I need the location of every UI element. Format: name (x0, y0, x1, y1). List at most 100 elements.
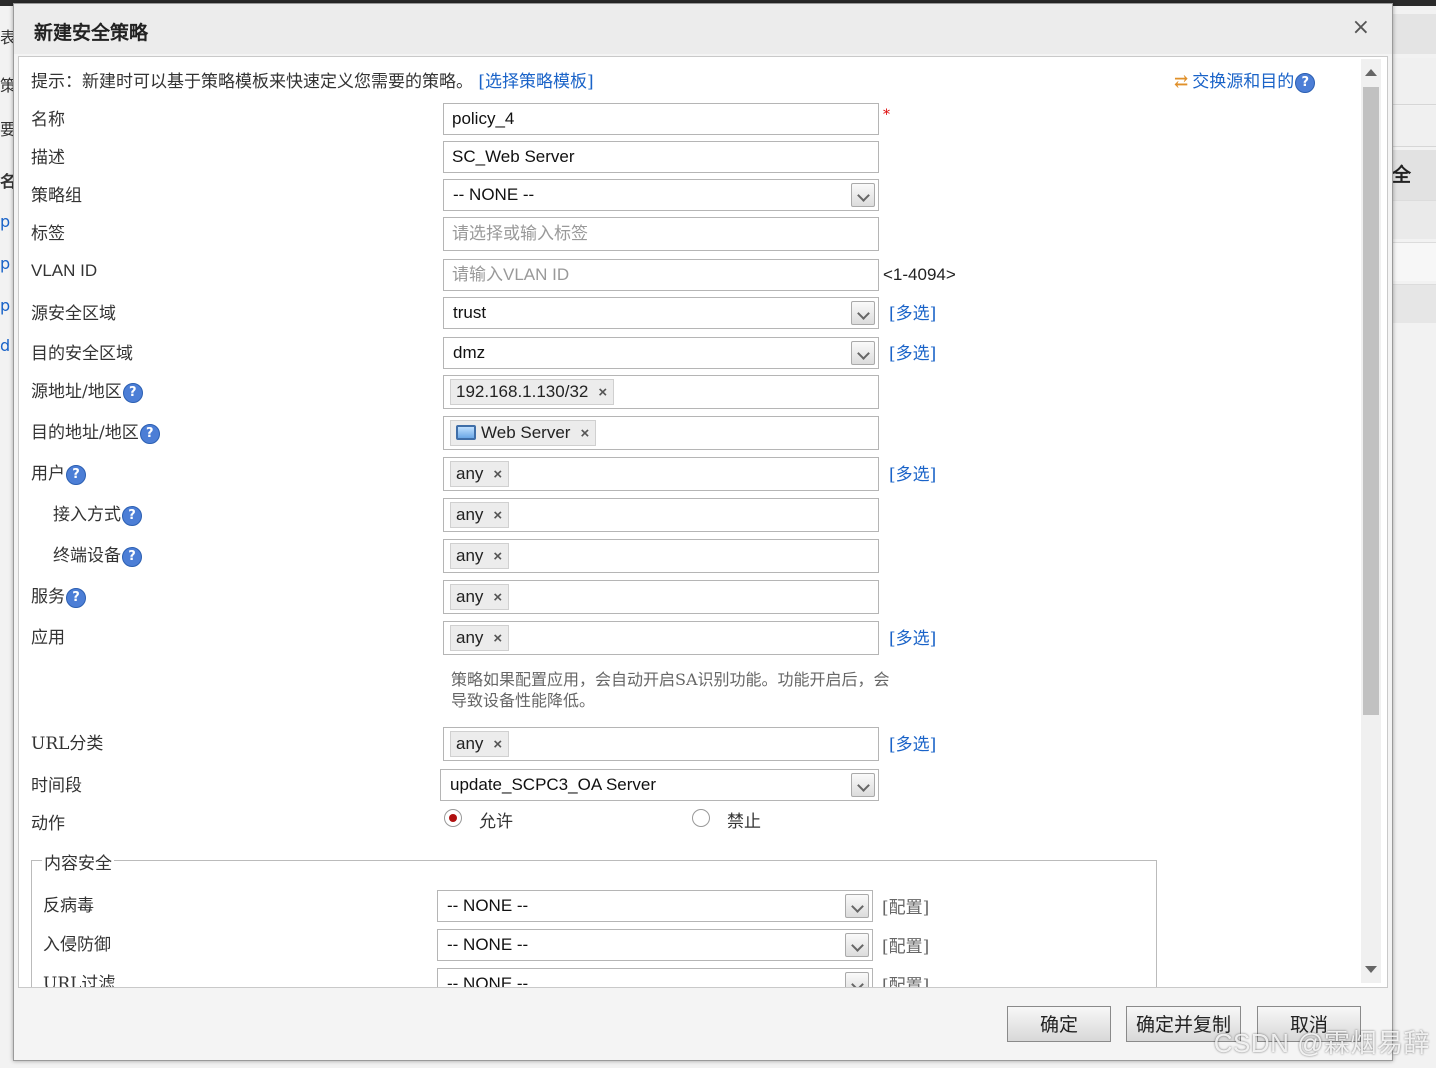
antivirus-config-link[interactable]: [配置] (882, 893, 929, 918)
swap-src-dst-link[interactable]: ⇄ 交换源和目的? (1174, 67, 1316, 93)
description-label: 描述 (31, 148, 65, 168)
tag-text: any (456, 628, 484, 647)
address-tag: Web Server × (450, 420, 597, 446)
watermark: CSDN @霖烟易辞 (1213, 1028, 1430, 1058)
chevron-down-icon[interactable] (851, 301, 875, 325)
dest-zone-multi-link[interactable]: [多选] (889, 339, 936, 364)
dest-zone-select[interactable]: dmz (443, 337, 879, 369)
policy-group-value: -- NONE -- (453, 185, 535, 204)
chevron-down-icon[interactable] (851, 183, 875, 207)
user-multi-link[interactable]: [多选] (889, 460, 936, 485)
antivirus-label: 反病毒 (43, 896, 94, 916)
help-icon[interactable]: ? (122, 382, 143, 403)
terminal-device-field[interactable]: any × (443, 539, 879, 573)
remove-tag-icon[interactable]: × (598, 384, 607, 401)
source-address-field[interactable]: 192.168.1.130/32 × (443, 375, 879, 409)
access-method-field[interactable]: any × (443, 498, 879, 532)
url-category-field[interactable]: any × (443, 727, 879, 761)
tag-text: 192.168.1.130/32 (456, 382, 589, 401)
user-field[interactable]: any × (443, 457, 879, 491)
content-security-group: 内容安全 反病毒 -- NONE -- [配置] 入侵防御 -- NONE --… (31, 849, 1157, 987)
policy-group-label: 策略组 (31, 186, 82, 206)
help-icon[interactable]: ? (139, 423, 160, 444)
policy-group-select[interactable]: -- NONE -- (443, 179, 879, 211)
bg-table-header: 全 (1392, 150, 1436, 200)
content-security-legend: 内容安全 (42, 849, 114, 874)
vlan-id-input[interactable] (444, 260, 878, 290)
bg-text: 表 (0, 28, 14, 47)
dest-address-field[interactable]: Web Server × (443, 416, 879, 450)
remove-tag-icon[interactable]: × (493, 630, 502, 647)
deny-label[interactable]: 禁止 (727, 807, 761, 832)
remove-tag-icon[interactable]: × (493, 548, 502, 565)
close-icon[interactable]: × (1352, 16, 1370, 40)
scroll-down-icon[interactable] (1365, 966, 1377, 973)
chevron-down-icon[interactable] (845, 972, 869, 987)
service-field[interactable]: any × (443, 580, 879, 614)
tag-text: any (456, 464, 484, 483)
deny-radio[interactable] (692, 809, 710, 827)
chevron-down-icon[interactable] (851, 341, 875, 365)
chevron-down-icon[interactable] (851, 773, 875, 797)
tip-text: 提示：新建时可以基于策略模板来快速定义您需要的策略。 (31, 72, 473, 92)
allow-radio[interactable] (444, 809, 462, 827)
bg-table-row (1392, 242, 1436, 281)
antivirus-select[interactable]: -- NONE -- (437, 890, 873, 922)
service-tag: any × (450, 584, 510, 610)
application-field[interactable]: any × (443, 621, 879, 655)
tags-input[interactable] (444, 218, 878, 250)
remove-tag-icon[interactable]: × (493, 736, 502, 753)
name-label: 名称 (31, 110, 65, 130)
help-icon[interactable]: ? (66, 587, 86, 608)
bg-text: 名 (0, 172, 14, 191)
help-icon[interactable]: ? (122, 546, 142, 567)
source-zone-multi-link[interactable]: [多选] (889, 299, 936, 324)
bg-link[interactable]: p (0, 212, 14, 231)
scroll-up-icon[interactable] (1365, 69, 1377, 76)
help-icon[interactable]: ? (66, 464, 86, 485)
intrusion-config-link[interactable]: [配置] (882, 932, 929, 957)
chevron-down-icon[interactable] (845, 933, 869, 957)
time-range-select[interactable]: update_SCPC3_OA Server (440, 769, 879, 801)
bg-link[interactable]: p (0, 254, 14, 273)
bg-text: 策 (0, 76, 14, 95)
vlan-id-field[interactable] (443, 259, 879, 291)
dialog-titlebar[interactable]: 新建安全策略 × (14, 4, 1392, 54)
bg-link[interactable]: p (0, 296, 14, 315)
bg-link[interactable]: d (0, 336, 14, 355)
remove-tag-icon[interactable]: × (493, 466, 502, 483)
intrusion-label: 入侵防御 (43, 935, 111, 955)
description-field[interactable] (443, 141, 879, 173)
application-tag: any × (450, 625, 510, 651)
application-multi-link[interactable]: [多选] (889, 624, 936, 649)
dialog-content: 提示：新建时可以基于策略模板来快速定义您需要的策略。 [选择策略模板] ⇄ 交换源… (18, 56, 1388, 988)
description-input[interactable] (444, 142, 878, 172)
dialog-footer: 确定 确定并复制 取消 (14, 988, 1392, 1060)
scrollbar-thumb[interactable] (1363, 87, 1379, 715)
help-icon[interactable]: ? (122, 505, 142, 526)
remove-tag-icon[interactable]: × (493, 589, 502, 606)
intrusion-value: -- NONE -- (447, 935, 529, 954)
source-zone-select[interactable]: trust (443, 297, 879, 329)
bg-toolbar (1392, 106, 1436, 147)
intrusion-select[interactable]: -- NONE -- (437, 929, 873, 961)
remove-tag-icon[interactable]: × (493, 507, 502, 524)
ok-button[interactable]: 确定 (1007, 1006, 1111, 1042)
name-field[interactable] (443, 103, 879, 135)
tags-field[interactable] (443, 217, 879, 251)
service-label-text: 服务 (31, 587, 65, 607)
tag-text: any (456, 734, 484, 753)
url-category-multi-link[interactable]: [多选] (889, 730, 936, 755)
chevron-down-icon[interactable] (845, 894, 869, 918)
name-input[interactable] (444, 104, 878, 134)
select-template-link[interactable]: [选择策略模板] (478, 72, 593, 92)
address-tag: 192.168.1.130/32 × (450, 379, 615, 405)
url-filter-select[interactable]: -- NONE -- (437, 968, 873, 987)
access-method-label-text: 接入方式 (53, 505, 121, 525)
tag-text: Web Server (481, 423, 571, 442)
url-filter-config-link[interactable]: [配置] (882, 971, 929, 987)
remove-tag-icon[interactable]: × (580, 425, 589, 442)
help-icon[interactable]: ? (1295, 72, 1316, 93)
allow-label[interactable]: 允许 (479, 807, 513, 832)
vertical-scrollbar[interactable] (1361, 59, 1381, 983)
